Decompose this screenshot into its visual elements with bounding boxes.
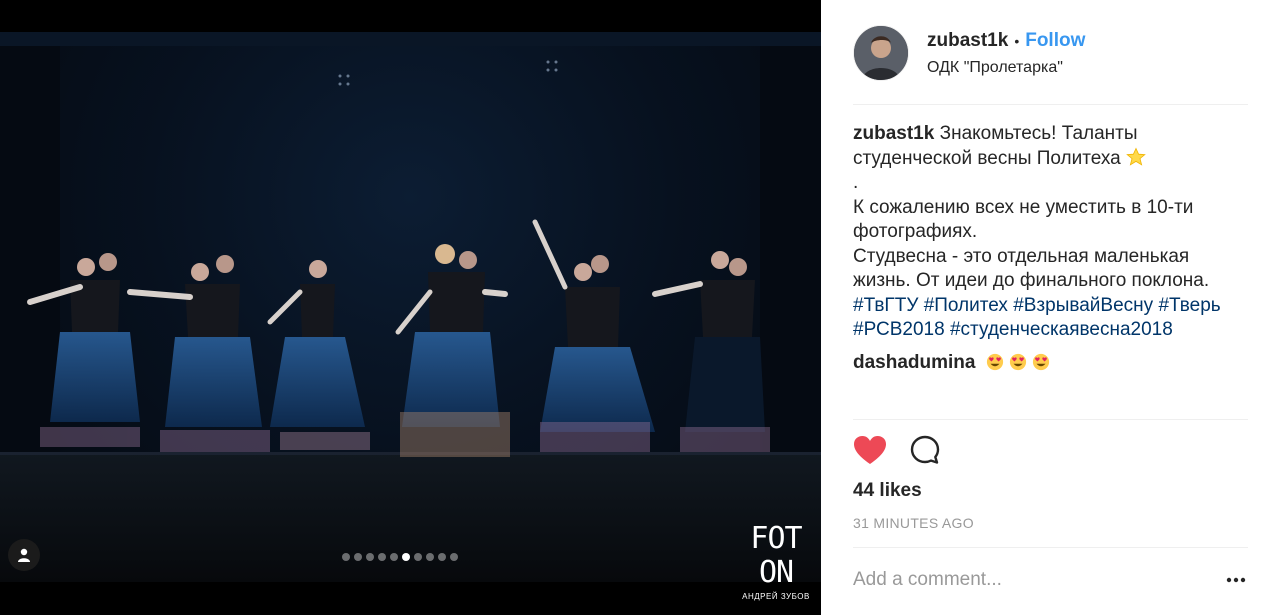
caption-comment: zubast1k Знакомьтесь! Таланты студенческ… (853, 122, 1248, 343)
caption-text: фотографиях. (853, 221, 978, 242)
like-button[interactable] (853, 435, 887, 470)
post-location[interactable]: ОДК "Пролетарка" (927, 59, 1085, 77)
divider (853, 419, 1248, 420)
post-header: zubast1k • Follow ОДК "Пролетарка" (853, 24, 1248, 82)
hashtag-link[interactable]: #ТвГТУ (853, 295, 918, 316)
carousel-dot (438, 553, 446, 561)
heart-icon (854, 435, 886, 464)
post-photo[interactable] (0, 32, 821, 582)
caption-text: Студвесна - это отдельная маленькая (853, 245, 1190, 267)
caption-text: . (853, 172, 859, 193)
divider (853, 547, 1248, 548)
hashtag-link[interactable]: #ВзрывайВесну (1013, 295, 1153, 316)
post-details-panel: zubast1k • Follow ОДК "Пролетарка" zubas… (821, 0, 1280, 615)
comment-bubble-icon (910, 435, 940, 464)
post-timestamp: 31 MINUTES AGO (853, 515, 974, 531)
separator-dot: • (1014, 33, 1020, 49)
watermark-main: FOT ON (750, 521, 802, 590)
carousel-dot (390, 553, 398, 561)
post-author-username[interactable]: zubast1k (927, 29, 1008, 53)
caption-text: жизнь. От идеи до финального поклона. (853, 270, 1210, 291)
photographer-watermark: FOT ON АНДРЕЙ ЗУБОВ (740, 521, 812, 602)
comments-section: zubast1k Знакомьтесь! Таланты студенческ… (853, 122, 1248, 375)
carousel-dot (354, 553, 362, 561)
carousel-dot (426, 553, 434, 561)
divider (853, 104, 1248, 105)
avatar[interactable] (853, 25, 909, 81)
carousel-dot (414, 553, 422, 561)
hashtag-link[interactable]: #Политех (924, 295, 1008, 316)
watermark-sub: АНДРЕЙ ЗУБОВ (742, 592, 810, 601)
header-text: zubast1k • Follow ОДК "Пролетарка" (927, 29, 1085, 77)
user-tag-icon (18, 548, 30, 562)
carousel-dot (342, 553, 350, 561)
heart-eyes-emoji-icon (1032, 353, 1049, 370)
comment-username[interactable]: dashadumina (853, 352, 975, 373)
carousel-dot (402, 553, 410, 561)
caption-text: Знакомьтесь! Таланты (939, 123, 1138, 144)
likes-count[interactable]: 44 likes (853, 480, 922, 502)
hashtag-link[interactable]: #Тверь (1158, 295, 1220, 316)
star-emoji-icon (1126, 147, 1146, 166)
carousel-indicator (342, 552, 458, 562)
caption-username[interactable]: zubast1k (853, 123, 934, 144)
comment: dashadumina (853, 351, 1248, 376)
carousel-dot (378, 553, 386, 561)
caption-text: К сожалению всех не уместить в 10-ти (853, 196, 1194, 218)
hashtag-link[interactable]: #РСВ2018 (853, 319, 945, 340)
heart-eyes-emoji-icon (1009, 353, 1026, 370)
add-comment-input[interactable] (853, 567, 1193, 593)
avatar-image (854, 26, 908, 80)
stage-dancers-image (0, 32, 821, 582)
heart-eyes-emoji-icon (986, 353, 1003, 370)
tagged-user-button[interactable] (8, 539, 40, 571)
action-bar (853, 432, 941, 472)
more-options-button[interactable] (1223, 570, 1249, 590)
carousel-dot (366, 553, 374, 561)
comment-button[interactable] (909, 434, 941, 471)
ellipsis-icon (1226, 577, 1246, 583)
follow-button[interactable]: Follow (1025, 29, 1085, 53)
carousel-dot (450, 553, 458, 561)
hashtag-link[interactable]: #студенческаявесна2018 (950, 319, 1173, 340)
caption-text: студенческой весны Политеха (853, 147, 1121, 169)
photo-pane: FOT ON АНДРЕЙ ЗУБОВ (0, 0, 821, 615)
